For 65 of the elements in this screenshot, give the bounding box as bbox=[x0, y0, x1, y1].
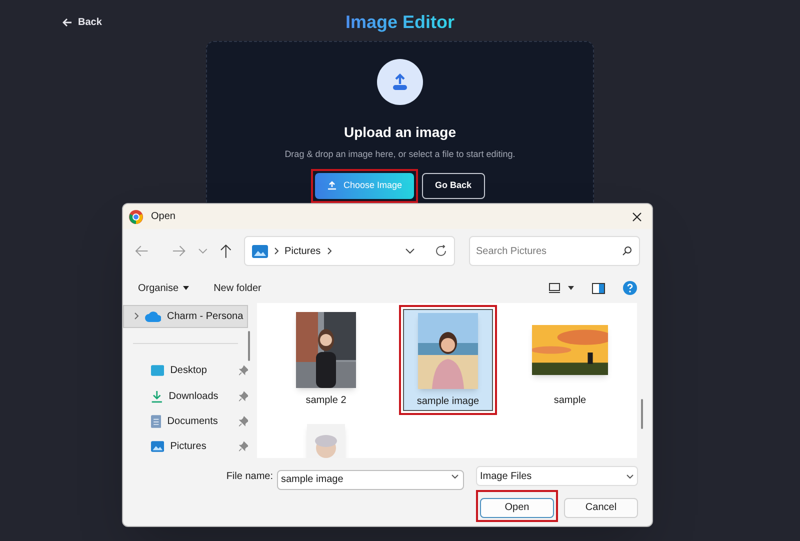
sidebar-item[interactable]: Desktop bbox=[123, 359, 248, 382]
file-name: sample 2 bbox=[306, 394, 346, 408]
address-bar[interactable]: Pictures bbox=[244, 236, 455, 266]
up-arrow-icon[interactable] bbox=[220, 244, 232, 258]
sidebar-item[interactable]: Charm - Persona bbox=[123, 305, 248, 328]
upload-heading: Upload an image bbox=[344, 123, 456, 142]
scrollbar[interactable] bbox=[248, 331, 250, 361]
arrow-left-icon bbox=[62, 18, 72, 27]
chevron-down-icon bbox=[451, 474, 459, 479]
caret-icon[interactable] bbox=[568, 286, 574, 290]
sidebar-label: Charm - Persona bbox=[167, 310, 243, 324]
file-tile[interactable]: sample image bbox=[403, 309, 493, 411]
file-tile[interactable]: sample bbox=[525, 309, 615, 411]
refresh-icon[interactable] bbox=[434, 245, 447, 257]
back-link[interactable]: Back bbox=[62, 15, 102, 30]
sidebar-label: Desktop bbox=[170, 364, 208, 378]
file-name-field[interactable]: sample image bbox=[277, 470, 464, 490]
go-back-button[interactable]: Go Back bbox=[422, 172, 485, 198]
organise-menu[interactable]: Organise bbox=[138, 280, 189, 296]
upload-icon bbox=[327, 181, 338, 190]
preview-pane-icon[interactable] bbox=[592, 282, 605, 294]
sidebar-item[interactable]: Downloads bbox=[123, 384, 248, 408]
open-button[interactable]: Open bbox=[480, 498, 554, 518]
chevron-right-icon[interactable] bbox=[134, 312, 139, 320]
picture-folder-icon bbox=[151, 440, 164, 454]
desktop-icon bbox=[151, 364, 164, 378]
chevron-down-icon[interactable] bbox=[404, 248, 415, 254]
view-icon[interactable] bbox=[549, 283, 560, 293]
cancel-button[interactable]: Cancel bbox=[564, 498, 638, 518]
sidebar-label: Documents bbox=[167, 414, 219, 429]
search-icon bbox=[622, 246, 632, 256]
breadcrumb-item[interactable]: Pictures bbox=[284, 244, 321, 258]
close-icon[interactable] bbox=[632, 212, 642, 222]
sidebar-label: Downloads bbox=[168, 390, 220, 404]
pin-icon[interactable] bbox=[238, 390, 248, 402]
upload-icon bbox=[390, 73, 410, 91]
sidebar-label: Pictures bbox=[170, 440, 208, 454]
chevron-right-icon bbox=[274, 247, 279, 255]
pin-icon[interactable] bbox=[238, 365, 248, 376]
document-icon bbox=[151, 414, 162, 429]
browser-logo-icon bbox=[129, 210, 143, 224]
back-icon[interactable] bbox=[135, 245, 149, 257]
cloud-icon bbox=[145, 310, 161, 322]
recent-dropdown-icon[interactable] bbox=[198, 248, 208, 254]
search-field[interactable]: Search Pictures bbox=[468, 236, 640, 266]
chevron-down-icon bbox=[626, 474, 634, 478]
new-folder-button[interactable]: New folder bbox=[214, 280, 262, 296]
scrollbar[interactable] bbox=[641, 399, 643, 429]
picture-folder-icon bbox=[252, 244, 268, 258]
file-name: sample image bbox=[416, 395, 480, 409]
caret-icon bbox=[182, 286, 189, 290]
pin-icon[interactable] bbox=[238, 416, 248, 427]
download-icon bbox=[151, 388, 163, 404]
pin-icon[interactable] bbox=[238, 441, 248, 452]
file-name: sample bbox=[554, 394, 586, 408]
file-tile[interactable]: sample 2 bbox=[281, 309, 371, 411]
file-type-select[interactable]: Image Files bbox=[476, 466, 638, 486]
sidebar-item[interactable]: Documents bbox=[123, 410, 248, 433]
file-name-label: File name: bbox=[226, 470, 273, 484]
sidebar-item[interactable]: Pictures bbox=[123, 436, 248, 458]
chevron-right-icon bbox=[326, 247, 332, 255]
upload-description: Drag & drop an image here, or select a file to start editing. bbox=[284, 148, 516, 161]
dialog-title: Open bbox=[151, 210, 176, 224]
help-icon[interactable] bbox=[623, 281, 637, 295]
forward-icon[interactable] bbox=[172, 245, 186, 257]
